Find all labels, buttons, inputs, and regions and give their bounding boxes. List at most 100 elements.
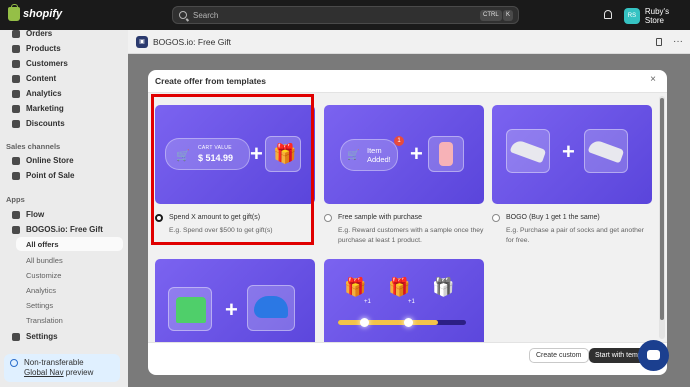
template-description: E.g. Purchase a pair of socks and get an… bbox=[506, 227, 644, 244]
info-icon bbox=[10, 359, 18, 367]
template-description: E.g. Reward customers with a sample once… bbox=[338, 227, 484, 244]
locked-gift-icon: 🎁 bbox=[432, 277, 455, 297]
sidebar-item-flow[interactable]: Flow bbox=[4, 207, 124, 222]
radio-free-sample[interactable] bbox=[324, 214, 332, 222]
analytics-icon bbox=[12, 89, 20, 98]
sidebar-subitem-all-offers[interactable]: All offers bbox=[26, 240, 59, 249]
sidebar-item-content[interactable]: Content bbox=[4, 71, 124, 86]
sidebar-subitem-all-bundles[interactable]: All bundles bbox=[26, 256, 63, 265]
shortcut-ctrl: CTRL bbox=[480, 10, 502, 21]
bogos-icon bbox=[12, 225, 20, 234]
sneaker-box-left bbox=[506, 129, 550, 173]
sidebar-item-label: Flow bbox=[26, 210, 45, 219]
sidebar-item-label: Orders bbox=[26, 29, 53, 38]
notice-line1: Non-transferable bbox=[24, 358, 84, 367]
sidebar-subitem-settings[interactable]: Settings bbox=[26, 301, 53, 310]
sidebar-item-online-store[interactable]: Online Store bbox=[4, 153, 124, 168]
sidebar-item-products[interactable]: Products bbox=[4, 41, 124, 56]
gift-icon: 🎁 bbox=[344, 277, 367, 297]
gear-icon bbox=[12, 332, 20, 341]
sidebar-item-label: Products bbox=[26, 44, 61, 53]
tier-label: +1 bbox=[408, 299, 415, 305]
template-card-bogo[interactable]: + bbox=[492, 105, 652, 204]
search-placeholder: Search bbox=[193, 10, 219, 20]
bottle-icon bbox=[439, 142, 453, 166]
progress-fill bbox=[338, 320, 438, 325]
sidebar-item-label: Settings bbox=[26, 332, 58, 341]
app-title: BOGOS.io: Free Gift bbox=[153, 36, 231, 47]
sidebar-subitem-translation[interactable]: Translation bbox=[26, 316, 63, 325]
cart-icon: 🛒 bbox=[347, 150, 360, 161]
flow-icon bbox=[12, 210, 20, 219]
sidebar-item-label: Discounts bbox=[26, 119, 65, 128]
search-input[interactable]: Search CTRL K bbox=[172, 6, 519, 24]
template-option-bogo[interactable]: BOGO (Buy 1 get 1 the same) E.g. Purchas… bbox=[492, 213, 652, 246]
plus-icon: + bbox=[410, 141, 423, 166]
sidebar-item-settings[interactable]: Settings bbox=[4, 329, 124, 344]
scrollbar-thumb[interactable] bbox=[660, 98, 664, 320]
store-name: Ruby's Store bbox=[644, 7, 670, 25]
sidebar-item-point-of-sale[interactable]: Point of Sale bbox=[4, 168, 124, 183]
gift-icon: 🎁 bbox=[388, 277, 411, 297]
plus-icon: + bbox=[562, 139, 575, 164]
more-actions-icon[interactable]: ··· bbox=[673, 36, 683, 47]
sidebar-item-customers[interactable]: Customers bbox=[4, 56, 124, 71]
selection-highlight-box bbox=[151, 94, 314, 245]
sidebar-item-label: Content bbox=[26, 74, 57, 83]
progress-dot bbox=[404, 318, 413, 327]
orders-icon bbox=[12, 29, 20, 38]
sales-channels-heading[interactable]: Sales channels bbox=[6, 142, 60, 151]
sidebar-item-label: Online Store bbox=[26, 156, 74, 165]
sidebar-item-bogos[interactable]: BOGOS.io: Free Gift bbox=[4, 222, 124, 237]
brand-name: shopify bbox=[23, 8, 63, 20]
tshirt-box bbox=[168, 287, 212, 331]
modal-title: Create offer from templates bbox=[155, 76, 267, 86]
template-card-tiered-gifts[interactable]: 🎁 +1 🎁 +1 🎁 bbox=[324, 259, 484, 342]
sidebar-subitem-analytics[interactable]: Analytics bbox=[26, 286, 56, 295]
content-icon bbox=[12, 74, 20, 83]
template-title: BOGO (Buy 1 get 1 the same) bbox=[506, 214, 600, 221]
sidebar-item-label: Analytics bbox=[26, 89, 62, 98]
sidebar-item-marketing[interactable]: Marketing bbox=[4, 101, 124, 116]
cap-box bbox=[247, 285, 295, 331]
apps-heading[interactable]: Apps bbox=[6, 195, 25, 204]
sneaker-box-right bbox=[584, 129, 628, 173]
chat-widget[interactable] bbox=[638, 340, 669, 371]
sidebar-item-orders[interactable]: Orders bbox=[4, 26, 124, 41]
create-custom-button[interactable]: Create custom bbox=[529, 348, 589, 363]
radio-bogo[interactable] bbox=[492, 214, 500, 222]
progress-dot bbox=[360, 318, 369, 327]
sample-box bbox=[428, 136, 464, 172]
progress-track bbox=[338, 318, 466, 327]
store-avatar: RS bbox=[624, 8, 640, 24]
sidebar-subitem-customize[interactable]: Customize bbox=[26, 271, 61, 280]
sidebar-item-label: Customers bbox=[26, 59, 68, 68]
shortcut-k: K bbox=[503, 10, 514, 21]
global-nav-link[interactable]: Global Nav bbox=[24, 368, 64, 377]
sneaker-icon bbox=[587, 138, 625, 164]
customers-icon bbox=[12, 59, 20, 68]
sidebar: Orders Products Customers Content Analyt… bbox=[0, 29, 128, 387]
sidebar-item-discounts[interactable]: Discounts bbox=[4, 116, 124, 131]
products-icon bbox=[12, 44, 20, 53]
search-icon bbox=[179, 11, 187, 19]
item-added-pill: 🛒 Item Added! 1 bbox=[340, 136, 404, 171]
template-title: Free sample with purchase bbox=[338, 214, 423, 221]
pin-icon[interactable] bbox=[656, 38, 662, 46]
sidebar-item-label: Point of Sale bbox=[26, 171, 75, 180]
global-nav-notice: Non-transferable Global Nav preview bbox=[4, 354, 120, 382]
sidebar-item-analytics[interactable]: Analytics bbox=[4, 86, 124, 101]
sneaker-icon bbox=[509, 138, 547, 164]
modal-scrollbar[interactable] bbox=[659, 96, 665, 339]
bell-icon[interactable] bbox=[604, 10, 612, 19]
close-icon[interactable]: × bbox=[650, 74, 656, 85]
online-store-icon bbox=[12, 156, 20, 165]
shopify-logo[interactable]: shopify bbox=[8, 4, 63, 21]
template-card-free-sample[interactable]: 🛒 Item Added! 1 + bbox=[324, 105, 484, 204]
template-option-free-sample[interactable]: Free sample with purchase E.g. Reward cu… bbox=[324, 213, 484, 246]
sidebar-item-label: BOGOS.io: Free Gift bbox=[26, 225, 103, 234]
store-menu[interactable]: RS Ruby's Store bbox=[624, 7, 690, 25]
bogos-app-icon: ▣ bbox=[136, 35, 148, 48]
app-header: ▣ BOGOS.io: Free Gift bbox=[128, 30, 690, 54]
template-card-tshirt-cap[interactable]: + bbox=[155, 259, 315, 342]
